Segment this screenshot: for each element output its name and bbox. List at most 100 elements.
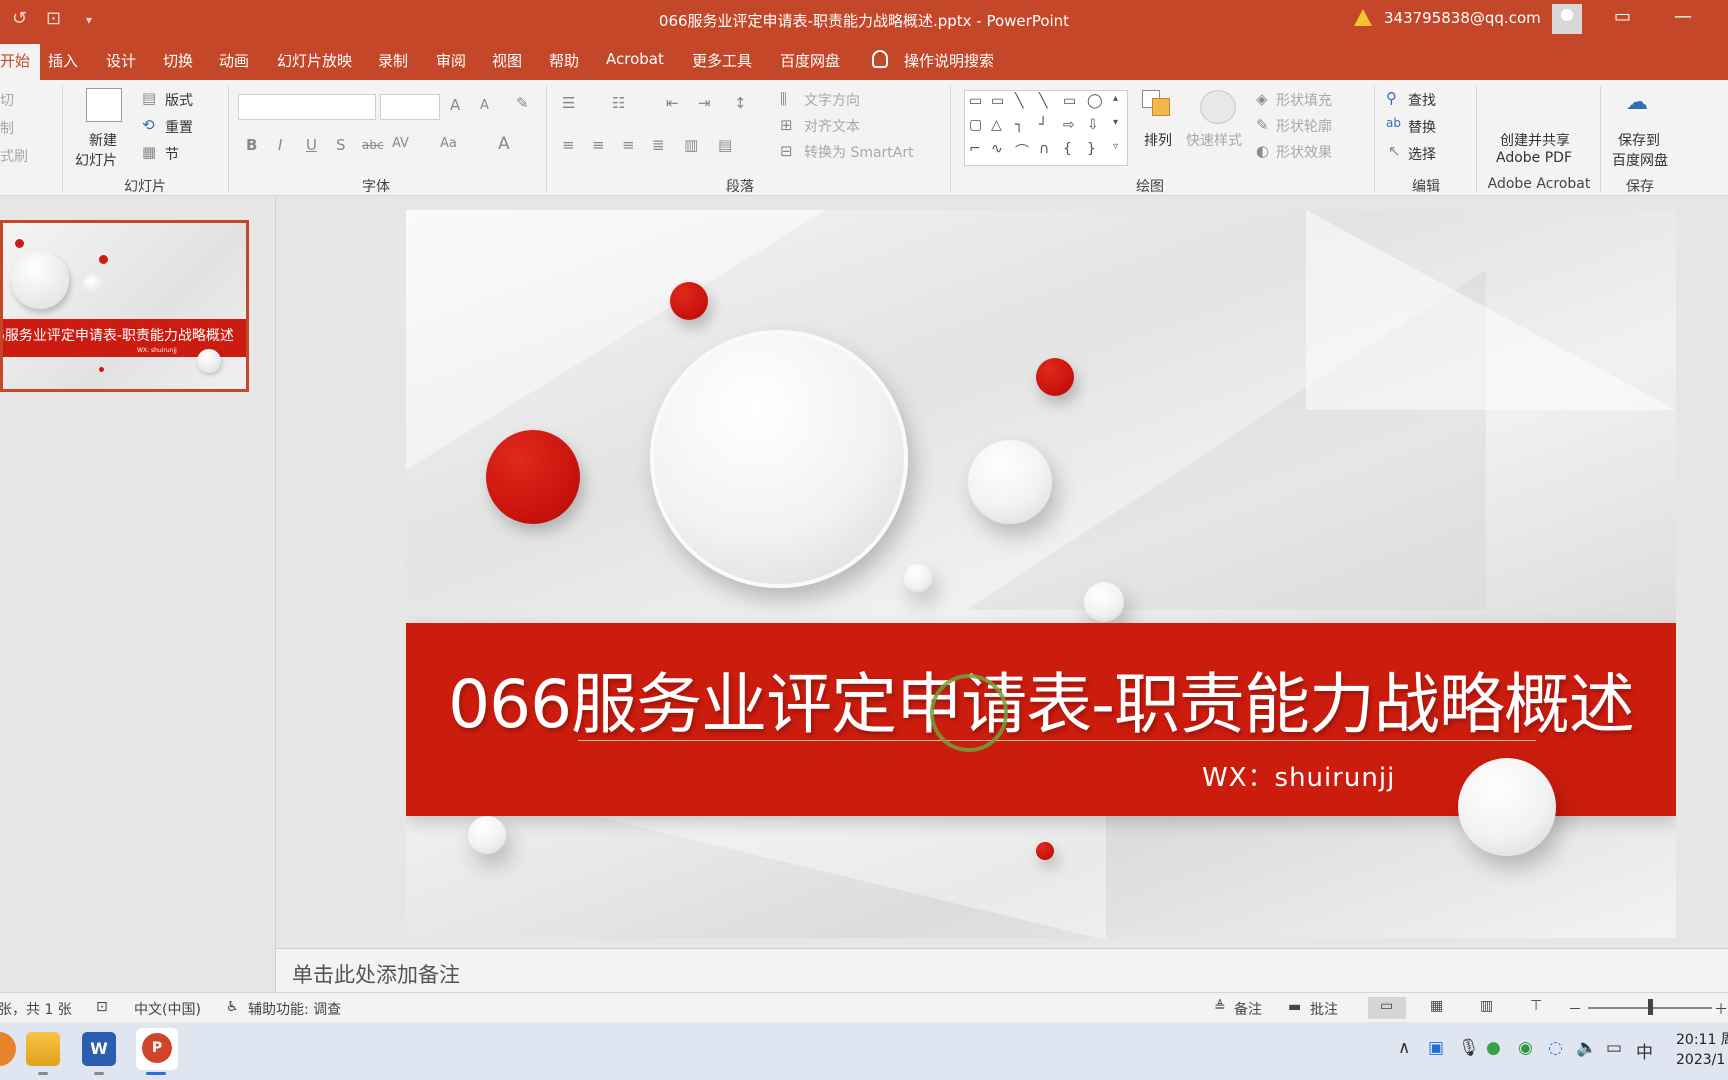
accessibility-icon[interactable]: ♿ (226, 999, 239, 1015)
down-arrow-shape-icon[interactable]: ⇩ (1087, 117, 1099, 133)
new-slide-label[interactable]: 新建 (89, 130, 117, 150)
italic-button[interactable]: I (278, 136, 282, 154)
browser-icon[interactable] (0, 1032, 16, 1066)
change-case-button[interactable]: Aa (440, 136, 457, 151)
bold-button[interactable]: B (246, 136, 257, 154)
meeting-icon[interactable]: ▣ (1428, 1038, 1444, 1058)
tab-insert[interactable]: 插入 (48, 50, 78, 71)
language-indicator[interactable]: 中文(中国) (134, 999, 201, 1019)
security-icon[interactable]: ◉ (1518, 1038, 1533, 1058)
elbow-connector-shape-icon[interactable]: ┘ (1039, 117, 1047, 133)
wechat-icon[interactable]: ● (1486, 1038, 1501, 1058)
font-size-combo[interactable] (380, 94, 440, 120)
curve-shape-icon[interactable]: ∩ (1039, 141, 1049, 157)
reset-button[interactable]: 重置 (165, 117, 193, 137)
triangle-shape-icon[interactable]: △ (991, 117, 1002, 133)
tab-record[interactable]: 录制 (378, 50, 408, 71)
shrink-font-button[interactable]: A (480, 98, 489, 113)
slideshow-button[interactable]: ⊤ (1518, 997, 1556, 1019)
slide-canvas[interactable]: 066服务业评定申请表-职责能力战略概述 WX：shuirunjj (406, 210, 1676, 938)
copy-button[interactable]: 复制 (0, 118, 14, 138)
create-share-pdf-button[interactable]: 创建并共享 (1500, 130, 1570, 150)
arrange-icon[interactable] (1142, 90, 1178, 124)
tab-acrobat[interactable]: Acrobat (606, 50, 664, 68)
zoom-out-button[interactable]: － (1568, 999, 1582, 1019)
reading-view-button[interactable]: ▥ (1468, 997, 1506, 1019)
accessibility-status[interactable]: 辅助功能: 调查 (248, 999, 341, 1019)
save-to-netdisk-button[interactable]: 保存到 (1618, 130, 1660, 150)
font-color-button[interactable]: A (498, 134, 510, 154)
powerpoint-taskbar-button[interactable]: P (136, 1028, 178, 1070)
rectangle-shape-icon[interactable]: ▭ (1063, 93, 1076, 109)
system-clock[interactable]: 20:11 周 2023/1 (1676, 1030, 1728, 1070)
arrange-button[interactable]: 排列 (1144, 130, 1172, 150)
minimize-icon[interactable]: — (1674, 6, 1692, 27)
tab-review[interactable]: 审阅 (436, 50, 466, 71)
quick-styles-icon[interactable] (1200, 90, 1236, 124)
notes-toggle-button[interactable]: 备注 (1234, 999, 1262, 1019)
cloud-sync-icon[interactable]: ◌ (1548, 1038, 1563, 1058)
numbering-icon[interactable]: ☷ (612, 94, 625, 112)
tab-view[interactable]: 视图 (492, 50, 522, 71)
tab-animations[interactable]: 动画 (219, 50, 249, 71)
shadow-button[interactable]: S (336, 136, 346, 154)
tell-me-search[interactable]: 操作说明搜索 (904, 50, 994, 71)
baidu-netdisk-icon[interactable]: ☁ (1626, 90, 1648, 115)
align-left-icon[interactable]: ≡ (562, 136, 575, 154)
tray-overflow-icon[interactable]: ∧ (1398, 1038, 1410, 1058)
gallery-down-icon[interactable]: ▾ (1113, 117, 1118, 128)
find-button[interactable]: 查找 (1408, 90, 1436, 110)
rounded-rect-shape-icon[interactable]: ▢ (969, 117, 982, 133)
notes-placeholder[interactable]: 单击此处添加备注 (292, 959, 460, 989)
layout-button[interactable]: 版式 (165, 90, 193, 110)
word-icon[interactable]: W (82, 1032, 116, 1066)
ribbon-display-icon[interactable]: ▭ (1614, 6, 1631, 27)
input-method-icon[interactable]: 中 (1636, 1038, 1653, 1063)
line-shape-icon[interactable]: ╲ (1015, 93, 1023, 109)
decrease-indent-icon[interactable]: ⇤ (666, 94, 679, 112)
textbox-shape-icon[interactable]: ▭ (969, 93, 982, 109)
right-arrow-shape-icon[interactable]: ⇨ (1063, 117, 1075, 133)
align-center-icon[interactable]: ≡ (592, 136, 605, 154)
save-to-netdisk-label-2[interactable]: 百度网盘 (1612, 150, 1668, 170)
zoom-slider-thumb[interactable] (1648, 999, 1653, 1015)
quick-styles-button[interactable]: 快速样式 (1186, 130, 1242, 150)
left-brace-shape-icon[interactable]: { (1063, 141, 1072, 157)
slide-title[interactable]: 066服务业评定申请表-职责能力战略概述 (406, 651, 1676, 747)
normal-view-button[interactable]: ▭ (1368, 997, 1406, 1019)
tab-slideshow[interactable]: 幻灯片放映 (277, 50, 352, 71)
grow-font-button[interactable]: A (450, 96, 460, 114)
arrow-line-shape-icon[interactable]: ╲ (1039, 93, 1047, 109)
gallery-more-icon[interactable]: ▿ (1113, 141, 1118, 152)
increase-indent-icon[interactable]: ⇥ (698, 94, 711, 112)
shape-effects-button[interactable]: 形状效果 (1276, 142, 1332, 162)
scribble-shape-icon[interactable]: ∿ (991, 141, 1003, 157)
format-painter-button[interactable]: 格式刷 (0, 146, 28, 166)
tab-design[interactable]: 设计 (106, 50, 136, 71)
align-right-icon[interactable]: ≡ (622, 136, 635, 154)
clear-format-icon[interactable]: ✎ (516, 94, 529, 112)
volume-icon[interactable]: 🔈 (1576, 1038, 1597, 1058)
new-slide-label-2[interactable]: 幻灯片 (75, 150, 117, 170)
select-button[interactable]: 选择 (1408, 144, 1436, 164)
tab-baidu-netdisk[interactable]: 百度网盘 (780, 50, 840, 71)
tab-transitions[interactable]: 切换 (163, 50, 193, 71)
tab-more-tools[interactable]: 更多工具 (692, 50, 752, 71)
slide-sorter-button[interactable]: ▦ (1418, 997, 1456, 1019)
columns-icon[interactable]: ▤ (718, 136, 732, 154)
microphone-icon[interactable]: 🎙 (1458, 1038, 1480, 1058)
shape-fill-button[interactable]: 形状填充 (1276, 90, 1332, 110)
text-direction-button[interactable]: 文字方向 (804, 90, 860, 110)
shapes-gallery[interactable]: ▭ ▭ ╲ ╲ ▭ ◯ ▢ △ ┐ ┘ ⇨ ⇩ ⌐ ∿ ⌒ ∩ { } ▴ ▾ … (964, 90, 1128, 166)
distributed-icon[interactable]: ▥ (684, 136, 698, 154)
arc-shape-icon[interactable]: ⌒ (1015, 141, 1029, 161)
avatar[interactable] (1552, 4, 1582, 34)
right-brace-shape-icon[interactable]: } (1087, 141, 1096, 157)
tab-help[interactable]: 帮助 (549, 50, 579, 71)
notes-pane[interactable]: 单击此处添加备注 (276, 948, 1728, 992)
file-explorer-icon[interactable] (26, 1032, 60, 1066)
spellcheck-icon[interactable]: ⊡ (96, 999, 108, 1015)
strikethrough-button[interactable]: abc (362, 138, 384, 152)
freeform-shape-icon[interactable]: ⌐ (969, 141, 981, 157)
notes-icon[interactable]: ≜ (1214, 999, 1226, 1015)
